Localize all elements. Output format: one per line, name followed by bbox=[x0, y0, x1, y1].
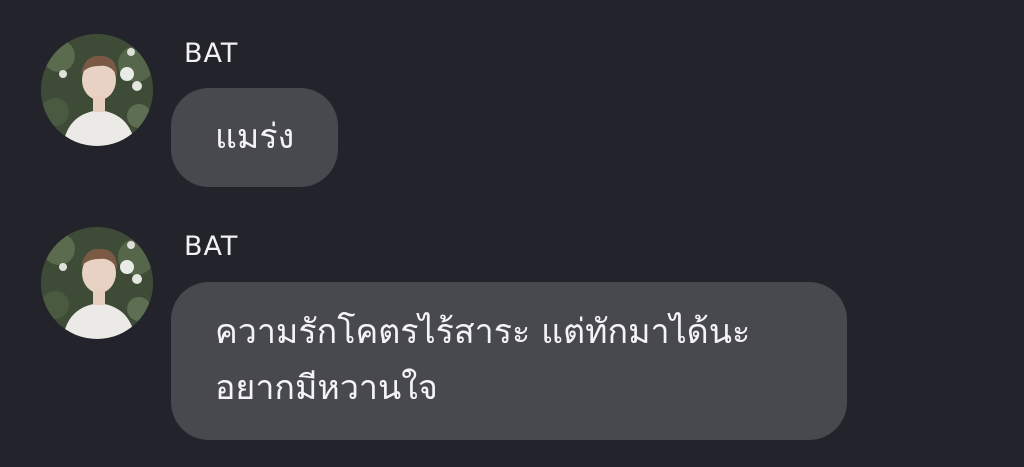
message-text-line: ความรักโคตรไร้สาระ แต่ทักมาได้นะ bbox=[215, 312, 751, 352]
message-text-line: อยากมีหวานใจ bbox=[215, 368, 438, 408]
avatar-photo-icon bbox=[41, 227, 153, 339]
sender-avatar[interactable] bbox=[41, 227, 153, 339]
sender-avatar[interactable] bbox=[41, 34, 153, 146]
avatar-photo-icon bbox=[41, 34, 153, 146]
sender-name: BAT bbox=[184, 231, 239, 262]
sender-name: BAT bbox=[184, 38, 239, 69]
message-text: แมร่ง bbox=[215, 117, 295, 157]
message-bubble[interactable]: แมร่ง bbox=[171, 88, 339, 187]
message-bubble[interactable]: ความรักโคตรไร้สาระ แต่ทักมาได้นะ อยากมีห… bbox=[171, 282, 847, 440]
